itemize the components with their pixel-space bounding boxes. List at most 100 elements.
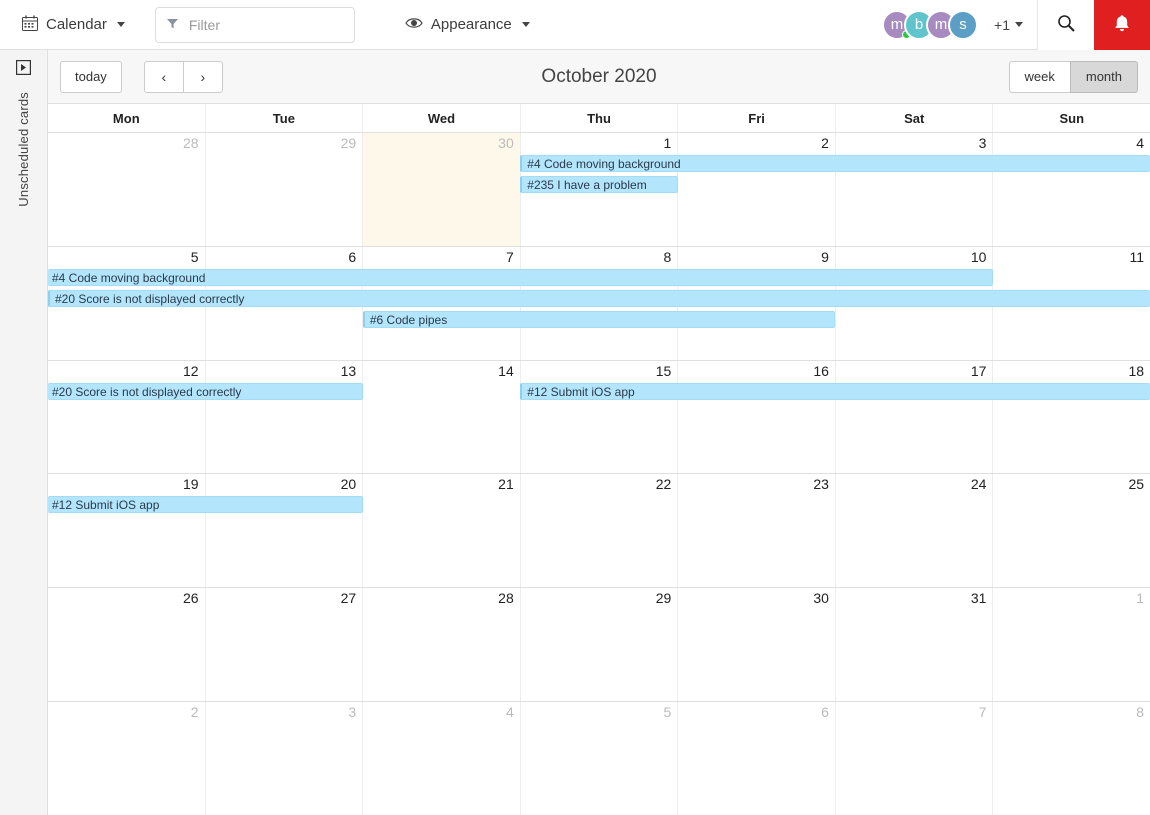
week-row: 19 20 21 22 23 24 25 #12 Submit iOS app <box>48 474 1150 589</box>
day-number: 19 <box>183 476 199 493</box>
day-number: 26 <box>183 590 199 607</box>
calendar-event[interactable]: #4 Code moving background <box>48 268 993 286</box>
view-button-week[interactable]: week <box>1008 60 1071 93</box>
event-layer: #4 Code moving background #235 I have a p… <box>48 155 1150 246</box>
calendar-menu-button[interactable]: Calendar <box>14 9 133 41</box>
day-number: 28 <box>183 135 199 151</box>
day-number: 8 <box>663 248 672 265</box>
day-number: 3 <box>348 704 357 721</box>
more-members-button[interactable]: +1 <box>994 17 1023 33</box>
calendar-event[interactable]: #20 Score is not displayed correctly <box>48 382 363 400</box>
calendar-event[interactable]: #6 Code pipes <box>362 310 836 328</box>
day-number: 27 <box>340 590 357 607</box>
chevron-down-icon <box>521 22 530 27</box>
calendar-event[interactable]: #12 Submit iOS app <box>48 496 363 514</box>
day-number: 21 <box>498 476 514 493</box>
day-number: 11 <box>1129 248 1145 265</box>
funnel-icon <box>166 17 179 33</box>
unscheduled-cards-sidebar[interactable]: Unscheduled cards <box>0 50 48 815</box>
day-number: 4 <box>1136 135 1145 151</box>
avatar[interactable]: s <box>948 9 979 40</box>
calendar-event[interactable]: #235 I have a problem <box>520 176 678 193</box>
weekday-header-mon: Mon <box>112 111 140 126</box>
filter-field[interactable] <box>154 6 355 43</box>
day-number: 23 <box>813 476 829 493</box>
day-number: 30 <box>498 135 514 151</box>
day-number: 12 <box>183 362 199 379</box>
weekday-header-tue: Tue <box>204 104 363 132</box>
day-number: 25 <box>1128 476 1145 493</box>
chevron-down-icon <box>116 22 125 27</box>
calendar-panel: today ‹ › October 2020 week month Mon Tue W… <box>48 50 1150 815</box>
avatar-group[interactable]: mbms <box>882 9 984 40</box>
view-button-month[interactable]: month <box>1069 60 1138 93</box>
chevron-down-icon <box>1015 22 1023 27</box>
search-button[interactable] <box>1038 0 1094 50</box>
day-number: 2 <box>190 704 199 721</box>
day-number: 29 <box>655 590 672 607</box>
calendar-event[interactable]: #20 Score is not displayed correctly <box>48 289 1150 307</box>
top-toolbar: Calendar Appearance <box>0 0 1150 50</box>
event-layer <box>48 724 1150 815</box>
panel-expand-icon[interactable] <box>16 60 32 78</box>
next-month-button[interactable]: › <box>182 60 223 93</box>
week-row: 5 6 7 8 9 10 11 #4 Code moving background #20 Sc… <box>48 246 1150 361</box>
appearance-menu-label: Appearance <box>430 16 512 33</box>
day-number: 20 <box>340 476 357 493</box>
day-number: 5 <box>190 248 199 265</box>
view-switch-group: week month <box>1008 60 1138 93</box>
event-layer: #12 Submit iOS app <box>48 496 1150 587</box>
bell-icon <box>1113 14 1131 36</box>
day-number: 29 <box>340 135 357 151</box>
day-number: 14 <box>498 362 514 379</box>
week-row: 26 27 28 29 30 31 1 <box>48 588 1150 703</box>
weekday-header-sat: Sat <box>834 104 993 132</box>
day-number: 10 <box>970 248 987 265</box>
calendar-event[interactable]: #4 Code moving background <box>520 155 1150 172</box>
unscheduled-cards-label: Unscheduled cards <box>16 92 31 207</box>
day-number: 2 <box>821 135 829 151</box>
appearance-menu-button[interactable]: Appearance <box>397 10 538 40</box>
weekday-header-sun: Sun <box>992 104 1150 132</box>
weekday-header: Mon Tue Wed Thu Fri Sat Sun <box>48 104 1150 133</box>
weekday-header-fri: Fri <box>677 104 835 132</box>
navigation-button-group: ‹ › <box>143 60 223 93</box>
day-number: 24 <box>970 476 987 493</box>
search-input[interactable] <box>188 16 344 33</box>
day-number: 8 <box>1136 704 1145 721</box>
event-layer: #4 Code moving background #20 Score is no… <box>48 268 1150 360</box>
day-number: 30 <box>813 590 829 607</box>
notifications-button[interactable] <box>1094 0 1150 50</box>
week-row: 2 3 4 5 6 7 8 <box>48 702 1150 815</box>
day-number: 3 <box>978 135 987 151</box>
calendar-app: Calendar Appearance <box>0 0 1150 815</box>
calendar-toolbar: today ‹ › October 2020 week month <box>48 50 1150 104</box>
day-number: 4 <box>505 704 514 721</box>
day-number: 5 <box>663 704 672 721</box>
previous-month-button[interactable]: ‹ <box>143 60 184 93</box>
today-button[interactable]: today <box>60 60 122 93</box>
today-button-group: today <box>60 60 122 93</box>
calendar-icon <box>22 15 38 35</box>
weekday-header-wed: Wed <box>362 104 520 132</box>
month-grid: 28 29 30 1 2 3 4 #4 Code moving background #235 … <box>48 133 1150 815</box>
day-number: 1 <box>663 135 672 151</box>
week-row: 12 13 14 15 16 17 18 #20 Score is not displayed… <box>48 360 1150 475</box>
day-number: 13 <box>340 362 357 379</box>
day-number: 9 <box>821 248 829 265</box>
day-number: 28 <box>498 590 514 607</box>
day-number: 1 <box>1136 590 1145 607</box>
more-members-label: +1 <box>994 16 1010 33</box>
day-number: 17 <box>970 362 987 379</box>
toolbar-right-group: mbms +1 <box>882 0 1150 50</box>
event-layer: #20 Score is not displayed correctly #12 … <box>48 382 1150 474</box>
day-number: 31 <box>970 590 987 607</box>
search-icon <box>1057 14 1075 35</box>
week-row: 28 29 30 1 2 3 4 #4 Code moving background #235 … <box>48 133 1150 247</box>
weekday-header-thu: Thu <box>519 104 678 132</box>
day-number: 15 <box>655 362 672 379</box>
toolbar-left-group: Calendar Appearance <box>0 6 538 43</box>
day-number: 6 <box>821 704 829 721</box>
app-body: Unscheduled cards today ‹ › October 2020… <box>0 50 1150 815</box>
calendar-event[interactable]: #12 Submit iOS app <box>520 382 1150 400</box>
